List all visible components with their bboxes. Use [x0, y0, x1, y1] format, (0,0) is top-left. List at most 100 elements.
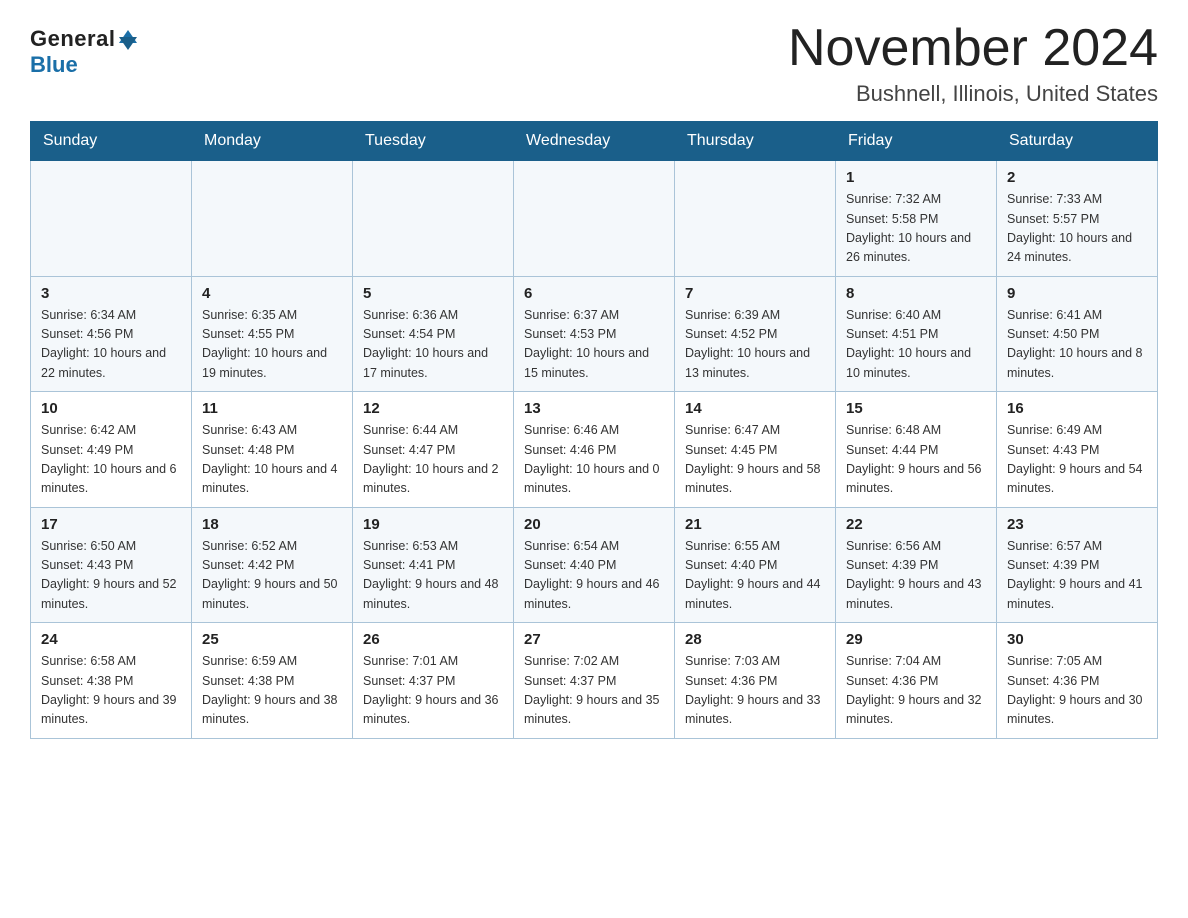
day-number: 28 — [685, 631, 825, 648]
day-info: Sunrise: 7:02 AM Sunset: 4:37 PM Dayligh… — [524, 652, 664, 730]
logo: General Blue — [30, 20, 137, 78]
day-info: Sunrise: 6:57 AM Sunset: 4:39 PM Dayligh… — [1007, 537, 1147, 615]
calendar-week-2: 3 Sunrise: 6:34 AM Sunset: 4:56 PM Daylig… — [31, 276, 1158, 392]
calendar-cell — [675, 161, 836, 277]
day-number: 24 — [41, 631, 181, 648]
calendar-cell: 1 Sunrise: 7:32 AM Sunset: 5:58 PM Daylig… — [836, 161, 997, 277]
calendar-cell: 7 Sunrise: 6:39 AM Sunset: 4:52 PM Daylig… — [675, 276, 836, 392]
day-number: 10 — [41, 400, 181, 417]
calendar-cell: 26Sunrise: 7:01 AM Sunset: 4:37 PM Dayli… — [353, 623, 514, 739]
calendar-cell: 21Sunrise: 6:55 AM Sunset: 4:40 PM Dayli… — [675, 507, 836, 623]
day-number: 19 — [363, 516, 503, 533]
day-number: 3 — [41, 285, 181, 302]
calendar-cell: 6Sunrise: 6:37 AM Sunset: 4:53 PM Daylig… — [514, 276, 675, 392]
day-number: 9 — [1007, 285, 1147, 302]
day-number: 1 — [846, 169, 986, 186]
calendar-cell — [514, 161, 675, 277]
calendar-cell — [353, 161, 514, 277]
calendar-cell: 28 Sunrise: 7:03 AM Sunset: 4:36 PM Dayli… — [675, 623, 836, 739]
day-number: 23 — [1007, 516, 1147, 533]
day-number: 29 — [846, 631, 986, 648]
day-info: Sunrise: 6:52 AM Sunset: 4:42 PM Dayligh… — [202, 537, 342, 615]
calendar-week-5: 24 Sunrise: 6:58 AM Sunset: 4:38 PM Dayli… — [31, 623, 1158, 739]
header-monday: Monday — [192, 122, 353, 161]
day-number: 11 — [202, 400, 342, 417]
day-number: 5 — [363, 285, 503, 302]
day-info: Sunrise: 6:49 AM Sunset: 4:43 PM Dayligh… — [1007, 421, 1147, 499]
day-number: 6 — [524, 285, 664, 302]
day-info: Sunrise: 7:05 AM Sunset: 4:36 PM Dayligh… — [1007, 652, 1147, 730]
day-info: Sunrise: 6:50 AM Sunset: 4:43 PM Dayligh… — [41, 537, 181, 615]
day-number: 15 — [846, 400, 986, 417]
day-number: 27 — [524, 631, 664, 648]
day-info: Sunrise: 6:48 AM Sunset: 4:44 PM Dayligh… — [846, 421, 986, 499]
calendar-cell: 11 Sunrise: 6:43 AM Sunset: 4:48 PM Dayli… — [192, 392, 353, 508]
day-info: Sunrise: 7:03 AM Sunset: 4:36 PM Dayligh… — [685, 652, 825, 730]
calendar-cell: 20Sunrise: 6:54 AM Sunset: 4:40 PM Dayli… — [514, 507, 675, 623]
day-info: Sunrise: 7:32 AM Sunset: 5:58 PM Dayligh… — [846, 190, 986, 268]
day-number: 17 — [41, 516, 181, 533]
calendar-cell: 23 Sunrise: 6:57 AM Sunset: 4:39 PM Dayli… — [997, 507, 1158, 623]
day-number: 16 — [1007, 400, 1147, 417]
logo-general-text: General — [30, 26, 115, 52]
calendar-cell: 3 Sunrise: 6:34 AM Sunset: 4:56 PM Daylig… — [31, 276, 192, 392]
calendar-cell: 2Sunrise: 7:33 AM Sunset: 5:57 PM Daylig… — [997, 161, 1158, 277]
calendar-cell — [192, 161, 353, 277]
day-number: 26 — [363, 631, 503, 648]
day-info: Sunrise: 6:46 AM Sunset: 4:46 PM Dayligh… — [524, 421, 664, 499]
calendar-cell: 30Sunrise: 7:05 AM Sunset: 4:36 PM Dayli… — [997, 623, 1158, 739]
calendar-cell: 8 Sunrise: 6:40 AM Sunset: 4:51 PM Daylig… — [836, 276, 997, 392]
calendar-cell: 4 Sunrise: 6:35 AM Sunset: 4:55 PM Daylig… — [192, 276, 353, 392]
header-thursday: Thursday — [675, 122, 836, 161]
calendar-week-1: 1 Sunrise: 7:32 AM Sunset: 5:58 PM Daylig… — [31, 161, 1158, 277]
calendar-cell: 9 Sunrise: 6:41 AM Sunset: 4:50 PM Daylig… — [997, 276, 1158, 392]
day-number: 18 — [202, 516, 342, 533]
day-info: Sunrise: 6:34 AM Sunset: 4:56 PM Dayligh… — [41, 306, 181, 384]
day-number: 20 — [524, 516, 664, 533]
day-number: 13 — [524, 400, 664, 417]
day-number: 8 — [846, 285, 986, 302]
month-title: November 2024 — [788, 20, 1158, 77]
day-info: Sunrise: 6:40 AM Sunset: 4:51 PM Dayligh… — [846, 306, 986, 384]
location-subtitle: Bushnell, Illinois, United States — [788, 81, 1158, 107]
day-info: Sunrise: 6:39 AM Sunset: 4:52 PM Dayligh… — [685, 306, 825, 384]
day-number: 25 — [202, 631, 342, 648]
calendar-cell: 18 Sunrise: 6:52 AM Sunset: 4:42 PM Dayli… — [192, 507, 353, 623]
day-number: 12 — [363, 400, 503, 417]
header-saturday: Saturday — [997, 122, 1158, 161]
weekday-header-row: Sunday Monday Tuesday Wednesday Thursday… — [31, 122, 1158, 161]
logo-blue-text: Blue — [30, 52, 78, 78]
day-info: Sunrise: 6:43 AM Sunset: 4:48 PM Dayligh… — [202, 421, 342, 499]
calendar-cell: 19 Sunrise: 6:53 AM Sunset: 4:41 PM Dayli… — [353, 507, 514, 623]
calendar-cell: 12 Sunrise: 6:44 AM Sunset: 4:47 PM Dayli… — [353, 392, 514, 508]
header-sunday: Sunday — [31, 122, 192, 161]
day-info: Sunrise: 6:53 AM Sunset: 4:41 PM Dayligh… — [363, 537, 503, 615]
day-info: Sunrise: 6:36 AM Sunset: 4:54 PM Dayligh… — [363, 306, 503, 384]
calendar-cell: 24 Sunrise: 6:58 AM Sunset: 4:38 PM Dayli… — [31, 623, 192, 739]
day-info: Sunrise: 6:44 AM Sunset: 4:47 PM Dayligh… — [363, 421, 503, 499]
calendar-cell: 16 Sunrise: 6:49 AM Sunset: 4:43 PM Dayli… — [997, 392, 1158, 508]
calendar-cell: 27 Sunrise: 7:02 AM Sunset: 4:37 PM Dayli… — [514, 623, 675, 739]
header-tuesday: Tuesday — [353, 122, 514, 161]
page-header: General Blue November 2024 Bushnell, Ill… — [30, 20, 1158, 107]
calendar-cell: 15 Sunrise: 6:48 AM Sunset: 4:44 PM Dayli… — [836, 392, 997, 508]
day-info: Sunrise: 6:41 AM Sunset: 4:50 PM Dayligh… — [1007, 306, 1147, 384]
calendar-cell: 17 Sunrise: 6:50 AM Sunset: 4:43 PM Dayli… — [31, 507, 192, 623]
day-info: Sunrise: 6:35 AM Sunset: 4:55 PM Dayligh… — [202, 306, 342, 384]
day-number: 14 — [685, 400, 825, 417]
calendar-cell: 22Sunrise: 6:56 AM Sunset: 4:39 PM Dayli… — [836, 507, 997, 623]
calendar-cell: 5 Sunrise: 6:36 AM Sunset: 4:54 PM Daylig… — [353, 276, 514, 392]
day-info: Sunrise: 6:55 AM Sunset: 4:40 PM Dayligh… — [685, 537, 825, 615]
day-number: 4 — [202, 285, 342, 302]
day-info: Sunrise: 6:58 AM Sunset: 4:38 PM Dayligh… — [41, 652, 181, 730]
day-number: 2 — [1007, 169, 1147, 186]
calendar-cell: 14Sunrise: 6:47 AM Sunset: 4:45 PM Dayli… — [675, 392, 836, 508]
day-info: Sunrise: 6:42 AM Sunset: 4:49 PM Dayligh… — [41, 421, 181, 499]
day-number: 7 — [685, 285, 825, 302]
calendar-table: Sunday Monday Tuesday Wednesday Thursday… — [30, 121, 1158, 739]
calendar-cell: 29Sunrise: 7:04 AM Sunset: 4:36 PM Dayli… — [836, 623, 997, 739]
calendar-cell: 10 Sunrise: 6:42 AM Sunset: 4:49 PM Dayli… — [31, 392, 192, 508]
calendar-week-4: 17 Sunrise: 6:50 AM Sunset: 4:43 PM Dayli… — [31, 507, 1158, 623]
day-info: Sunrise: 6:56 AM Sunset: 4:39 PM Dayligh… — [846, 537, 986, 615]
calendar-cell: 25Sunrise: 6:59 AM Sunset: 4:38 PM Dayli… — [192, 623, 353, 739]
